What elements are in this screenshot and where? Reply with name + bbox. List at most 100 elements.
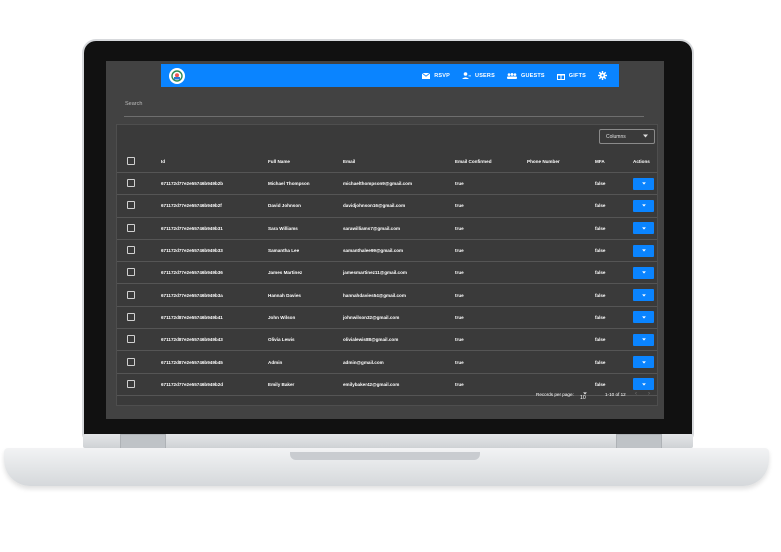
row-checkbox[interactable] [127,379,135,388]
row-select-cell [117,283,161,307]
nav-guests[interactable]: GUESTS [506,72,545,79]
row-select-cell [117,172,161,196]
header-full-name[interactable]: Full Name [268,150,343,173]
header-phone-number[interactable]: Phone Number [527,150,595,173]
row-actions-button[interactable] [633,266,654,279]
row-checkbox[interactable] [127,268,135,277]
laptop-hinge-bar [83,434,693,448]
row-actions-button[interactable] [633,177,654,190]
row-checkbox[interactable] [127,312,135,321]
row-select-cell [117,239,161,263]
prev-page-icon[interactable]: ‹ [635,391,637,397]
pagination: Records per page: 10 1-10 of 12 ‹ › [117,388,657,404]
cell-actions [633,306,657,330]
settings-button[interactable] [598,71,607,80]
cell-email-confirmed: true [455,283,527,307]
header-email-confirmed[interactable]: Email Confirmed [455,150,527,173]
wreath-logo-icon [171,69,183,82]
cell-actions [633,328,657,352]
cell-mfa: false [595,261,633,285]
cell-full-name: Samantha Lee [268,239,343,263]
cell-phone-number [527,283,595,307]
cell-id: 671172d87e2e55746b949b45 [161,350,268,374]
records-per-page-value: 10 [580,395,586,401]
cell-id: 671172d87e2e55746b949b41 [161,306,268,330]
row-select-cell [117,350,161,374]
cell-email-confirmed: true [455,239,527,263]
cell-email-confirmed: true [455,306,527,330]
cell-id: 671172d77e2e55746b949b2f [161,194,268,218]
select-all-checkbox[interactable] [127,156,135,165]
cell-email: jamesmartinez11@gmail.com [343,261,455,285]
pagination-range: 1-10 of 12 [605,392,626,397]
row-actions-button[interactable] [633,199,654,212]
cell-id: 671172d77e2e55746b949b36 [161,261,268,285]
guests-icon [506,72,517,79]
row-checkbox[interactable] [127,290,135,299]
cell-full-name: John Wilson [268,306,343,330]
nav-rsvp[interactable]: RSVP [422,72,450,79]
nav-users-label: USERS [475,72,495,79]
table-row[interactable]: 671172d87e2e55746b949b45 Admin admin@gmail… [117,350,657,374]
table-row[interactable]: 671172d87e2e55746b949b43 Olivia Lewis oliv… [117,328,657,352]
chevron-down-icon [641,227,646,230]
header-id[interactable]: Id [161,150,268,173]
cell-phone-number [527,306,595,330]
select-all-cell [117,150,161,173]
cell-email: samanthalee99@gmail.com [343,239,455,263]
cell-mfa: false [595,283,633,307]
table-row[interactable]: 671172d77e2e55746b949b31 Sara Williams sar… [117,217,657,240]
nav-users[interactable]: USERS [462,72,495,79]
cell-phone-number [527,172,595,196]
row-select-cell [117,261,161,285]
row-checkbox[interactable] [127,246,135,255]
cell-email-confirmed: true [455,328,527,352]
row-checkbox[interactable] [127,179,135,188]
row-checkbox[interactable] [127,201,135,210]
row-checkbox[interactable] [127,357,135,366]
users-table-card: Columns Id Full Name Email Email Confirm… [116,124,658,406]
chevron-down-icon [641,294,646,297]
app-screen: RSVP USERS GUESTS GIFTS Search Columns I… [106,61,664,419]
table-row[interactable]: 671172d77e2e55746b949b2f David Johnson dav… [117,194,657,218]
cell-phone-number [527,239,595,263]
row-actions-button[interactable] [633,244,654,257]
cell-actions [633,217,657,240]
chevron-down-icon [643,134,648,138]
cell-phone-number [527,261,595,285]
search-input[interactable]: Search [125,101,142,107]
chevron-down-icon [641,271,646,274]
cell-actions [633,239,657,263]
row-checkbox[interactable] [127,223,135,232]
row-actions-button[interactable] [633,356,654,369]
records-per-page-select[interactable]: 10 [580,391,587,401]
row-actions-button[interactable] [633,222,654,235]
cell-id: 671172d77e2e55746b949b2b [161,172,268,196]
nav-gifts[interactable]: GIFTS [556,72,586,80]
search-field[interactable]: Search [124,99,644,117]
next-page-icon[interactable]: › [648,391,650,397]
header-email[interactable]: Email [343,150,455,173]
cell-full-name: Sara Williams [268,217,343,240]
cell-email: sarawilliams7@gmail.com [343,217,455,240]
table-row[interactable]: 671172d77e2e55746b949b36 James Martinez ja… [117,261,657,285]
columns-select[interactable]: Columns [599,129,655,144]
gift-icon [556,73,565,80]
cell-full-name: David Johnson [268,194,343,218]
row-actions-button[interactable] [633,289,654,302]
table-row[interactable]: 671172d77e2e55746b949b33 Samantha Lee sama… [117,239,657,263]
header-mfa[interactable]: MFA [595,150,633,173]
row-actions-button[interactable] [633,311,654,324]
records-per-page-label: Records per page: [536,392,574,397]
cell-mfa: false [595,194,633,218]
table-row[interactable]: 671172d77e2e55746b949b3a Hannah Davies han… [117,283,657,307]
cell-email: johnwilson32@gmail.com [343,306,455,330]
row-checkbox[interactable] [127,335,135,344]
cell-mfa: false [595,172,633,196]
table-row[interactable]: 671172d87e2e55746b949b41 John Wilson johnw… [117,306,657,330]
users-table: Id Full Name Email Email Confirmed Phone… [117,150,657,396]
app-logo[interactable] [169,67,185,84]
table-row[interactable]: 671172d77e2e55746b949b2b Michael Thompson… [117,172,657,196]
cell-actions [633,350,657,374]
row-actions-button[interactable] [633,333,654,346]
